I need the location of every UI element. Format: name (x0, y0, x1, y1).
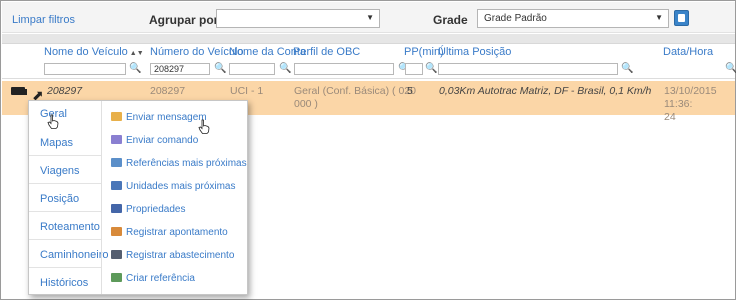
menu-item-label: Enviar mensagem (126, 112, 207, 123)
datetime-line2: 24 (664, 111, 676, 123)
divider (29, 239, 101, 240)
menu-item-label: Referências mais próximas (126, 158, 247, 169)
chevron-down-icon: ▼ (366, 13, 374, 22)
filter-vehicle-number[interactable]: 208297 (150, 63, 210, 75)
obc-profile-line1: Geral (Conf. Básica) ( 020 (294, 85, 416, 97)
datetime-line1: 13/10/2015 11:36: (664, 85, 717, 110)
cell-account-name: UCI - 1 (230, 85, 264, 97)
fuel-icon (111, 250, 122, 259)
envelope-icon (111, 112, 122, 121)
menu-tab-posicao[interactable]: Posição (40, 193, 79, 205)
menu-tab-roteamento[interactable]: Roteamento (40, 221, 100, 233)
command-icon (111, 135, 122, 144)
save-grid-button[interactable] (674, 10, 689, 26)
references-icon (111, 158, 122, 167)
cell-datetime: 13/10/2015 11:36: 24 (664, 85, 735, 124)
create-reference-icon (111, 273, 122, 282)
menu-item-register-note[interactable]: Registrar apontamento (111, 227, 228, 238)
row-divider (2, 78, 735, 79)
grid-label: Grade (433, 13, 468, 27)
menu-tab-viagens[interactable]: Viagens (40, 165, 80, 177)
search-icon[interactable]: 🔍 (129, 63, 141, 75)
menu-tab-caminhoneiro[interactable]: Caminhoneiro (40, 249, 108, 261)
cell-obc-profile: Geral (Conf. Básica) ( 020 000 ) (294, 85, 416, 111)
vehicle-context-menu: Geral Mapas Viagens Posição Roteamento C… (28, 100, 248, 295)
clear-filters-link[interactable]: Limpar filtros (12, 14, 75, 26)
menu-item-nearest-units[interactable]: Unidades mais próximas (111, 181, 236, 192)
cell-vehicle-name: 208297 (47, 85, 83, 97)
menu-item-label: Propriedades (126, 204, 186, 215)
cell-pp: 5 (407, 85, 413, 97)
truck-icon (111, 181, 122, 190)
menu-item-properties[interactable]: Propriedades (111, 204, 185, 215)
header-label: Nome do Veículo (44, 46, 128, 58)
window-frame: Limpar filtros Agrupar por ▼ Grade Grade… (0, 0, 736, 300)
search-icon[interactable]: 🔍 (214, 63, 226, 75)
menu-item-create-reference[interactable]: Criar referência (111, 273, 195, 284)
column-header-strip (2, 34, 735, 44)
properties-icon (111, 204, 122, 213)
filter-obc-profile[interactable] (294, 63, 394, 75)
menu-item-label: Registrar abastecimento (126, 250, 235, 261)
hand-cursor-icon (47, 114, 59, 129)
grid-select[interactable]: Grade Padrão ▼ (477, 9, 669, 28)
group-by-label: Agrupar por (149, 13, 219, 27)
hand-cursor-icon (198, 119, 210, 134)
divider (29, 211, 101, 212)
search-icon[interactable]: 🔍 (621, 63, 633, 75)
toolbar: Limpar filtros Agrupar por ▼ Grade Grade… (2, 2, 735, 33)
search-icon[interactable]: 🔍 (425, 63, 437, 75)
header-vehicle-name[interactable]: Nome do Veículo ▲▼ (44, 46, 144, 58)
divider (29, 267, 101, 268)
header-datetime[interactable]: Data/Hora (663, 46, 713, 58)
pencil-icon (111, 227, 122, 236)
search-icon[interactable]: 🔍 (279, 63, 291, 75)
header-last-position[interactable]: Última Posição (438, 46, 511, 58)
menu-item-label: Criar referência (126, 273, 195, 284)
menu-item-register-fuel[interactable]: Registrar abastecimento (111, 250, 234, 261)
filter-last-position[interactable] (438, 63, 618, 75)
vehicle-icon[interactable] (11, 87, 27, 95)
menu-item-label: Unidades mais próximas (126, 181, 236, 192)
chevron-down-icon: ▼ (655, 13, 663, 22)
menu-item-label: Enviar comando (126, 135, 199, 146)
grid-value: Grade Padrão (484, 13, 547, 24)
menu-tab-mapas[interactable]: Mapas (40, 137, 73, 149)
filter-vehicle-name[interactable] (44, 63, 126, 75)
cell-vehicle-number: 208297 (150, 85, 186, 97)
group-by-select[interactable]: ▼ (216, 9, 380, 28)
menu-item-send-message[interactable]: Enviar mensagem (111, 112, 207, 123)
menu-item-send-command[interactable]: Enviar comando (111, 135, 198, 146)
menu-item-nearest-references[interactable]: Referências mais próximas (111, 158, 247, 169)
menu-item-label: Registrar apontamento (126, 227, 228, 238)
obc-profile-line2: 000 ) (294, 98, 318, 110)
divider (29, 155, 101, 156)
header-obc-profile[interactable]: Perfil de OBC (293, 46, 360, 58)
cell-last-position: 0,03Km Autotrac Matriz, DF - Brasil, 0,1… (439, 85, 652, 97)
menu-column-divider (101, 123, 102, 294)
sort-icon: ▲▼ (129, 50, 144, 57)
filter-account-name[interactable] (229, 63, 275, 75)
search-icon[interactable]: 🔍 (725, 63, 736, 75)
divider (29, 183, 101, 184)
menu-tab-historicos[interactable]: Históricos (40, 277, 88, 289)
filter-pp[interactable] (405, 63, 423, 75)
